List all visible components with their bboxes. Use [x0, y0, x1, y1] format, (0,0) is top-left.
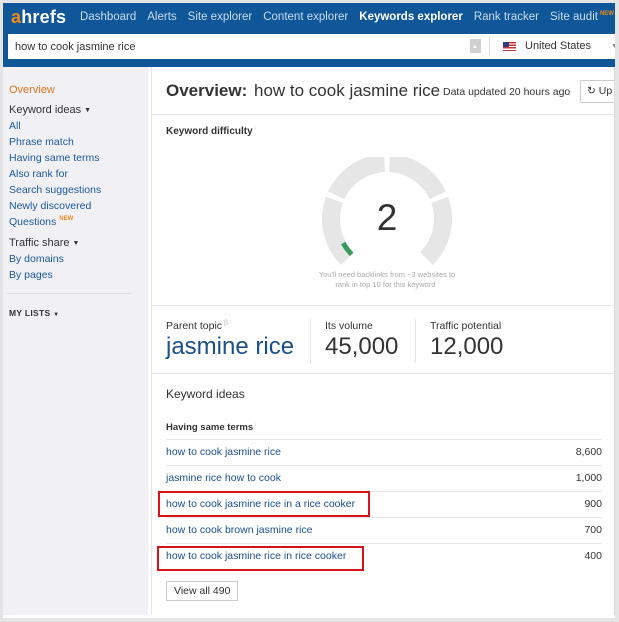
my-lists-menu[interactable]: MY LISTS ▼ [9, 308, 59, 318]
keyword-volume: 900 [584, 498, 602, 510]
refresh-icon: ↻ [587, 85, 596, 97]
caret-down-icon: ▼ [53, 312, 60, 318]
sidebar-item-questions[interactable]: Questions NEW [9, 216, 73, 228]
nav-content-explorer[interactable]: Content explorer [263, 11, 348, 23]
keyword-link[interactable]: how to cook jasmine rice in rice cooker [166, 550, 346, 562]
divider [489, 37, 490, 56]
keyword-link[interactable]: how to cook jasmine rice in a rice cooke… [166, 498, 355, 510]
divider [310, 319, 311, 363]
info-icon[interactable]: ⁱ [255, 423, 256, 430]
sidebar-item-having-same-terms[interactable]: Having same terms [9, 152, 99, 164]
upload-file-icon[interactable] [470, 39, 481, 53]
beta-icon: β [224, 320, 229, 327]
keyword-idea-row: how to cook jasmine rice in rice cooker … [166, 543, 602, 569]
traffic-potential-value: 12,000 [430, 333, 504, 360]
new-badge: NEW [599, 11, 614, 17]
caret-down-icon: ▼ [84, 107, 92, 114]
view-all-button[interactable]: View all 490 [166, 581, 239, 601]
caret-down-icon: ▼ [72, 240, 80, 247]
sidebar-item-phrase-match[interactable]: Phrase match [9, 136, 74, 148]
sidebar-item-by-domains[interactable]: By domains [9, 253, 64, 265]
data-updated-text: Data updated 20 hours ago [443, 86, 571, 98]
sidebar-item-search-suggestions[interactable]: Search suggestions [9, 184, 101, 196]
nav-alerts[interactable]: Alerts [147, 11, 176, 23]
nav-site-audit[interactable]: Site audit NEW [550, 11, 614, 23]
keyword-link[interactable]: how to cook jasmine rice [166, 446, 281, 458]
having-same-terms-subtitle: Having same terms ⁱ [166, 422, 257, 433]
traffic-potential-label: Traffic potential ⁱ [430, 320, 505, 332]
sidebar-item-by-pages[interactable]: By pages [9, 269, 53, 281]
app-window: ahrefs Dashboard Alerts Site explorer Co… [3, 3, 615, 618]
update-button[interactable]: ↻ Up [580, 80, 615, 103]
divider [7, 293, 131, 294]
sidebar: Overview Keyword ideas ▼ All Phrase match… [3, 67, 148, 615]
gauge-segment [328, 157, 386, 200]
sidebar-heading-traffic-share[interactable]: Traffic share ▼ [9, 237, 79, 249]
keyword-link[interactable]: how to cook brown jasmine rice [166, 524, 312, 536]
keyword-idea-row: jasmine rice how to cook 1,000 [166, 465, 602, 491]
sidebar-item-newly-discovered[interactable]: Newly discovered [9, 200, 91, 212]
country-select[interactable]: United States [525, 40, 591, 52]
top-navigation-bar: ahrefs Dashboard Alerts Site explorer Co… [3, 3, 615, 67]
keyword-search-input[interactable] [15, 34, 455, 59]
keyword-search-bar: United States ▼ [8, 34, 615, 59]
info-icon[interactable]: ⁱ [255, 127, 256, 134]
divider [415, 319, 416, 363]
keyword-volume: 700 [584, 524, 602, 536]
overview-panel: Overview: how to cook jasmine rice Data … [151, 67, 615, 615]
page-title: Overview: [166, 81, 248, 100]
keyword-idea-row: how to cook jasmine rice 8,600 [166, 439, 602, 465]
keyword-idea-row: how to cook jasmine rice in a rice cooke… [166, 491, 602, 517]
chevron-down-icon[interactable]: ▼ [611, 43, 615, 50]
divider [152, 114, 615, 115]
info-icon[interactable]: ⁱ [230, 321, 231, 328]
volume-label: Its volume [325, 320, 373, 332]
parent-topic-link[interactable]: jasmine rice [166, 333, 294, 361]
nav-site-explorer[interactable]: Site explorer [188, 11, 253, 23]
keyword-volume: 8,600 [575, 446, 602, 458]
us-flag-icon [503, 42, 516, 51]
sidebar-item-all[interactable]: All [9, 120, 21, 132]
keyword-volume: 1,000 [575, 472, 602, 484]
scrollbar[interactable] [614, 67, 615, 615]
ahrefs-logo[interactable]: ahrefs [11, 7, 66, 28]
sidebar-item-overview[interactable]: Overview [9, 84, 55, 96]
main-nav: Dashboard Alerts Site explorer Content e… [80, 11, 615, 23]
volume-value: 45,000 [325, 333, 399, 360]
divider [152, 305, 615, 306]
divider [152, 373, 615, 374]
gauge-segment [388, 157, 446, 200]
keyword-idea-row: how to cook brown jasmine rice 700 [166, 517, 602, 543]
nav-rank-tracker[interactable]: Rank tracker [474, 11, 539, 23]
new-badge: NEW [59, 216, 74, 222]
sidebar-item-also-rank-for[interactable]: Also rank for [9, 168, 68, 180]
overview-keyword: how to cook jasmine rice [254, 81, 441, 100]
keyword-difficulty-note: You'll need backlinks from ~3 websites t… [318, 270, 456, 289]
parent-topic-label: Parent topic β ⁱ [166, 320, 232, 332]
keyword-difficulty-label: Keyword difficulty ⁱ [166, 126, 256, 137]
info-icon[interactable]: ⁱ [503, 321, 504, 328]
nav-keywords-explorer[interactable]: Keywords explorer [359, 11, 463, 23]
keyword-difficulty-value: 2 [376, 197, 398, 238]
nav-dashboard[interactable]: Dashboard [80, 11, 136, 23]
info-icon[interactable]: ⁱ [437, 281, 438, 288]
keyword-link[interactable]: jasmine rice how to cook [166, 472, 281, 484]
sidebar-heading-keyword-ideas[interactable]: Keyword ideas ▼ [9, 104, 91, 116]
keyword-ideas-title: Keyword ideas [166, 387, 245, 401]
keyword-volume: 400 [584, 550, 602, 562]
